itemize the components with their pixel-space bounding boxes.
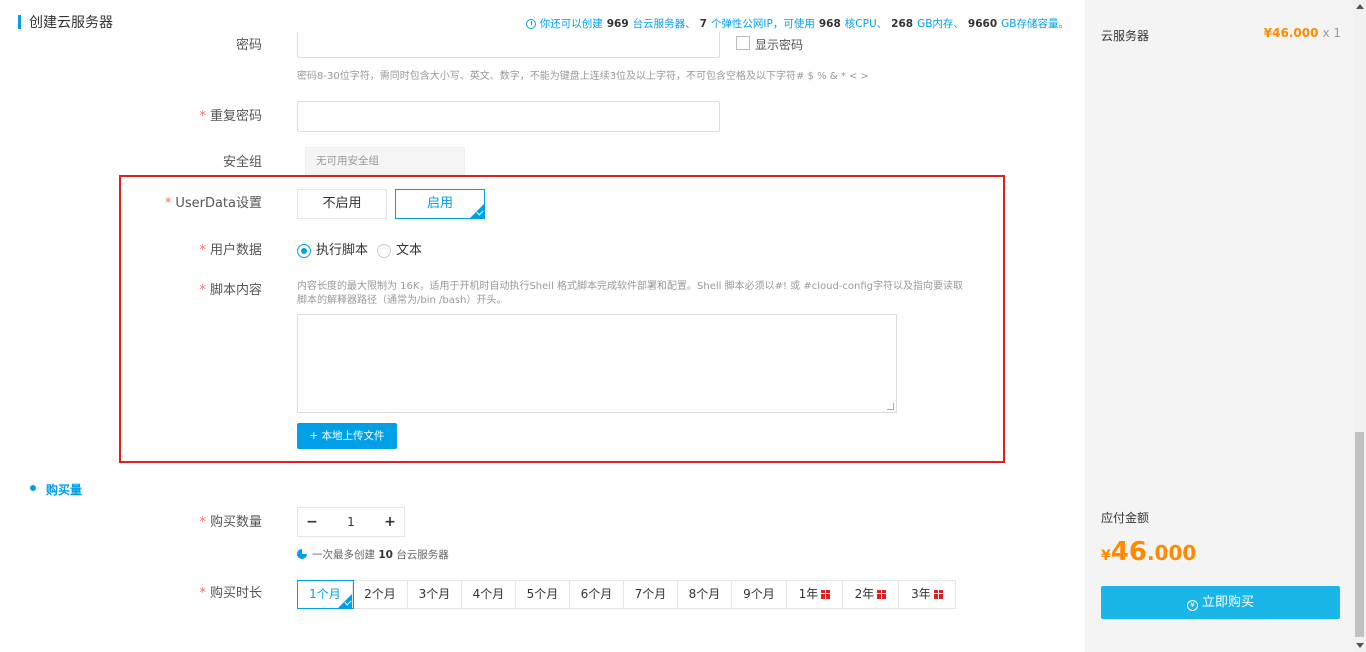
- duration-option-4m[interactable]: 4个月: [462, 581, 516, 608]
- quota-ips: 7: [699, 17, 707, 30]
- quota-servers: 969: [606, 17, 629, 30]
- quantity-label: * 购买数量: [199, 515, 262, 530]
- radio-text-label: 文本: [396, 243, 423, 258]
- duration-option-2y[interactable]: 2年: [843, 581, 899, 608]
- page-title: 创建云服务器: [29, 15, 113, 31]
- gift-icon: [933, 590, 943, 599]
- show-password-label: 显示密码: [755, 38, 804, 52]
- quota-cpu: 968: [818, 17, 841, 30]
- quota-ips-unit: 个弹性公网IP，可使用: [710, 18, 815, 30]
- app: 创建云服务器 你还可以创建 969 台云服务器、 7 个弹性公网IP，可使用 9…: [0, 0, 1366, 652]
- gift-icon: [821, 590, 831, 599]
- pie-chart-icon: [297, 549, 307, 559]
- gift-icon: [877, 590, 887, 599]
- radio-text[interactable]: [377, 244, 391, 258]
- quota-info: 你还可以创建 969 台云服务器、 7 个弹性公网IP，可使用 968 核CPU…: [525, 16, 1069, 31]
- buy-now-button[interactable]: ¥ 立即购买: [1101, 586, 1340, 619]
- pay-amount: ¥46.000: [1101, 537, 1197, 567]
- quota-storage-unit: GB存储容量。: [1001, 18, 1069, 30]
- duration-option-8m[interactable]: 8个月: [678, 581, 732, 608]
- quantity-stepper: − 1 +: [297, 507, 405, 537]
- page-scrollbar[interactable]: [1353, 0, 1366, 652]
- quota-memory-unit: GB内存、: [917, 18, 964, 30]
- scroll-down-icon[interactable]: [1356, 643, 1364, 648]
- user-data-type-label: * 用户数据: [199, 243, 262, 258]
- summary-item-qty: x 1: [1322, 26, 1341, 40]
- selected-check-icon: [338, 594, 352, 608]
- password-hint: 密码8-30位字符，需同时包含大小写、英文、数字，不能为键盘上连续3位及以上字符…: [297, 71, 869, 82]
- script-textarea[interactable]: [297, 314, 897, 413]
- section-bullet-icon: [30, 485, 36, 491]
- quantity-limit-note: 一次最多创建 10 台云服务器: [312, 549, 449, 561]
- show-password-checkbox[interactable]: [736, 36, 750, 50]
- selected-check-icon: [470, 204, 484, 218]
- pay-amount-label: 应付金额: [1101, 511, 1150, 525]
- userdata-option-enable[interactable]: 启用: [395, 189, 485, 219]
- scroll-thumb[interactable]: [1355, 432, 1364, 637]
- security-group-select[interactable]: 无可用安全组: [305, 147, 465, 175]
- duration-option-6m[interactable]: 6个月: [570, 581, 624, 608]
- duration-option-2m[interactable]: 2个月: [353, 581, 408, 608]
- duration-selector: 1个月 2个月 3个月 4个月 5个月 6个月 7个月 8个月 9个月 1年 2…: [297, 580, 956, 609]
- summary-item-price: ¥46.000 x 1: [1263, 26, 1341, 40]
- quantity-plus-button[interactable]: +: [376, 508, 404, 536]
- summary-item-name: 云服务器: [1101, 29, 1150, 43]
- title-accent-bar: [18, 15, 21, 29]
- duration-option-1y[interactable]: 1年: [787, 581, 843, 608]
- duration-option-9m[interactable]: 9个月: [732, 581, 787, 608]
- duration-option-5m[interactable]: 5个月: [516, 581, 570, 608]
- quota-servers-unit: 台云服务器、: [632, 18, 696, 30]
- order-summary-sidebar: 云服务器 ¥46.000 x 1 应付金额 ¥46.000 ¥ 立即购买: [1085, 0, 1353, 652]
- quota-cpu-unit: 核CPU、: [844, 18, 888, 30]
- duration-label: * 购买时长: [199, 586, 262, 601]
- upload-file-button[interactable]: + 本地上传文件: [297, 423, 397, 449]
- userdata-option-disable[interactable]: 不启用: [297, 189, 387, 219]
- quantity-value[interactable]: 1: [326, 508, 376, 536]
- radio-execute-script[interactable]: [297, 244, 311, 258]
- purchase-section-title: 购买量: [46, 483, 83, 497]
- quota-prefix: 你还可以创建: [539, 18, 603, 30]
- quota-memory: 268: [891, 17, 914, 30]
- main-panel: 创建云服务器 你还可以创建 969 台云服务器、 7 个弹性公网IP，可使用 9…: [0, 0, 1085, 652]
- repeat-password-label: * 重复密码: [199, 109, 262, 124]
- script-hint-line1: 内容长度的最大限制为 16K，适用于开机时自动执行Shell 格式脚本完成软件部…: [297, 281, 964, 292]
- script-hint-line2: 脚本的解释器路径（通常为/bin /bash）开头。: [297, 295, 507, 306]
- page-header: 创建云服务器 你还可以创建 969 台云服务器、 7 个弹性公网IP，可使用 9…: [0, 0, 1085, 32]
- userdata-label: * UserData设置: [164, 196, 262, 211]
- resize-handle-icon[interactable]: [887, 403, 894, 410]
- quantity-minus-button[interactable]: −: [298, 508, 326, 536]
- duration-option-7m[interactable]: 7个月: [624, 581, 678, 608]
- security-group-label: 安全组: [222, 155, 262, 170]
- repeat-password-input[interactable]: [297, 101, 720, 132]
- duration-option-3m[interactable]: 3个月: [408, 581, 462, 608]
- duration-option-1m[interactable]: 1个月: [297, 580, 354, 609]
- radio-execute-script-label: 执行脚本: [316, 243, 369, 258]
- scroll-up-icon[interactable]: [1356, 4, 1364, 9]
- script-content-label: * 脚本内容: [199, 283, 262, 298]
- clock-icon: [525, 18, 536, 29]
- duration-option-3y[interactable]: 3年: [899, 581, 955, 608]
- yen-circle-icon: ¥: [1186, 600, 1198, 611]
- password-label: 密码: [235, 38, 262, 53]
- quota-storage: 9660: [967, 17, 998, 30]
